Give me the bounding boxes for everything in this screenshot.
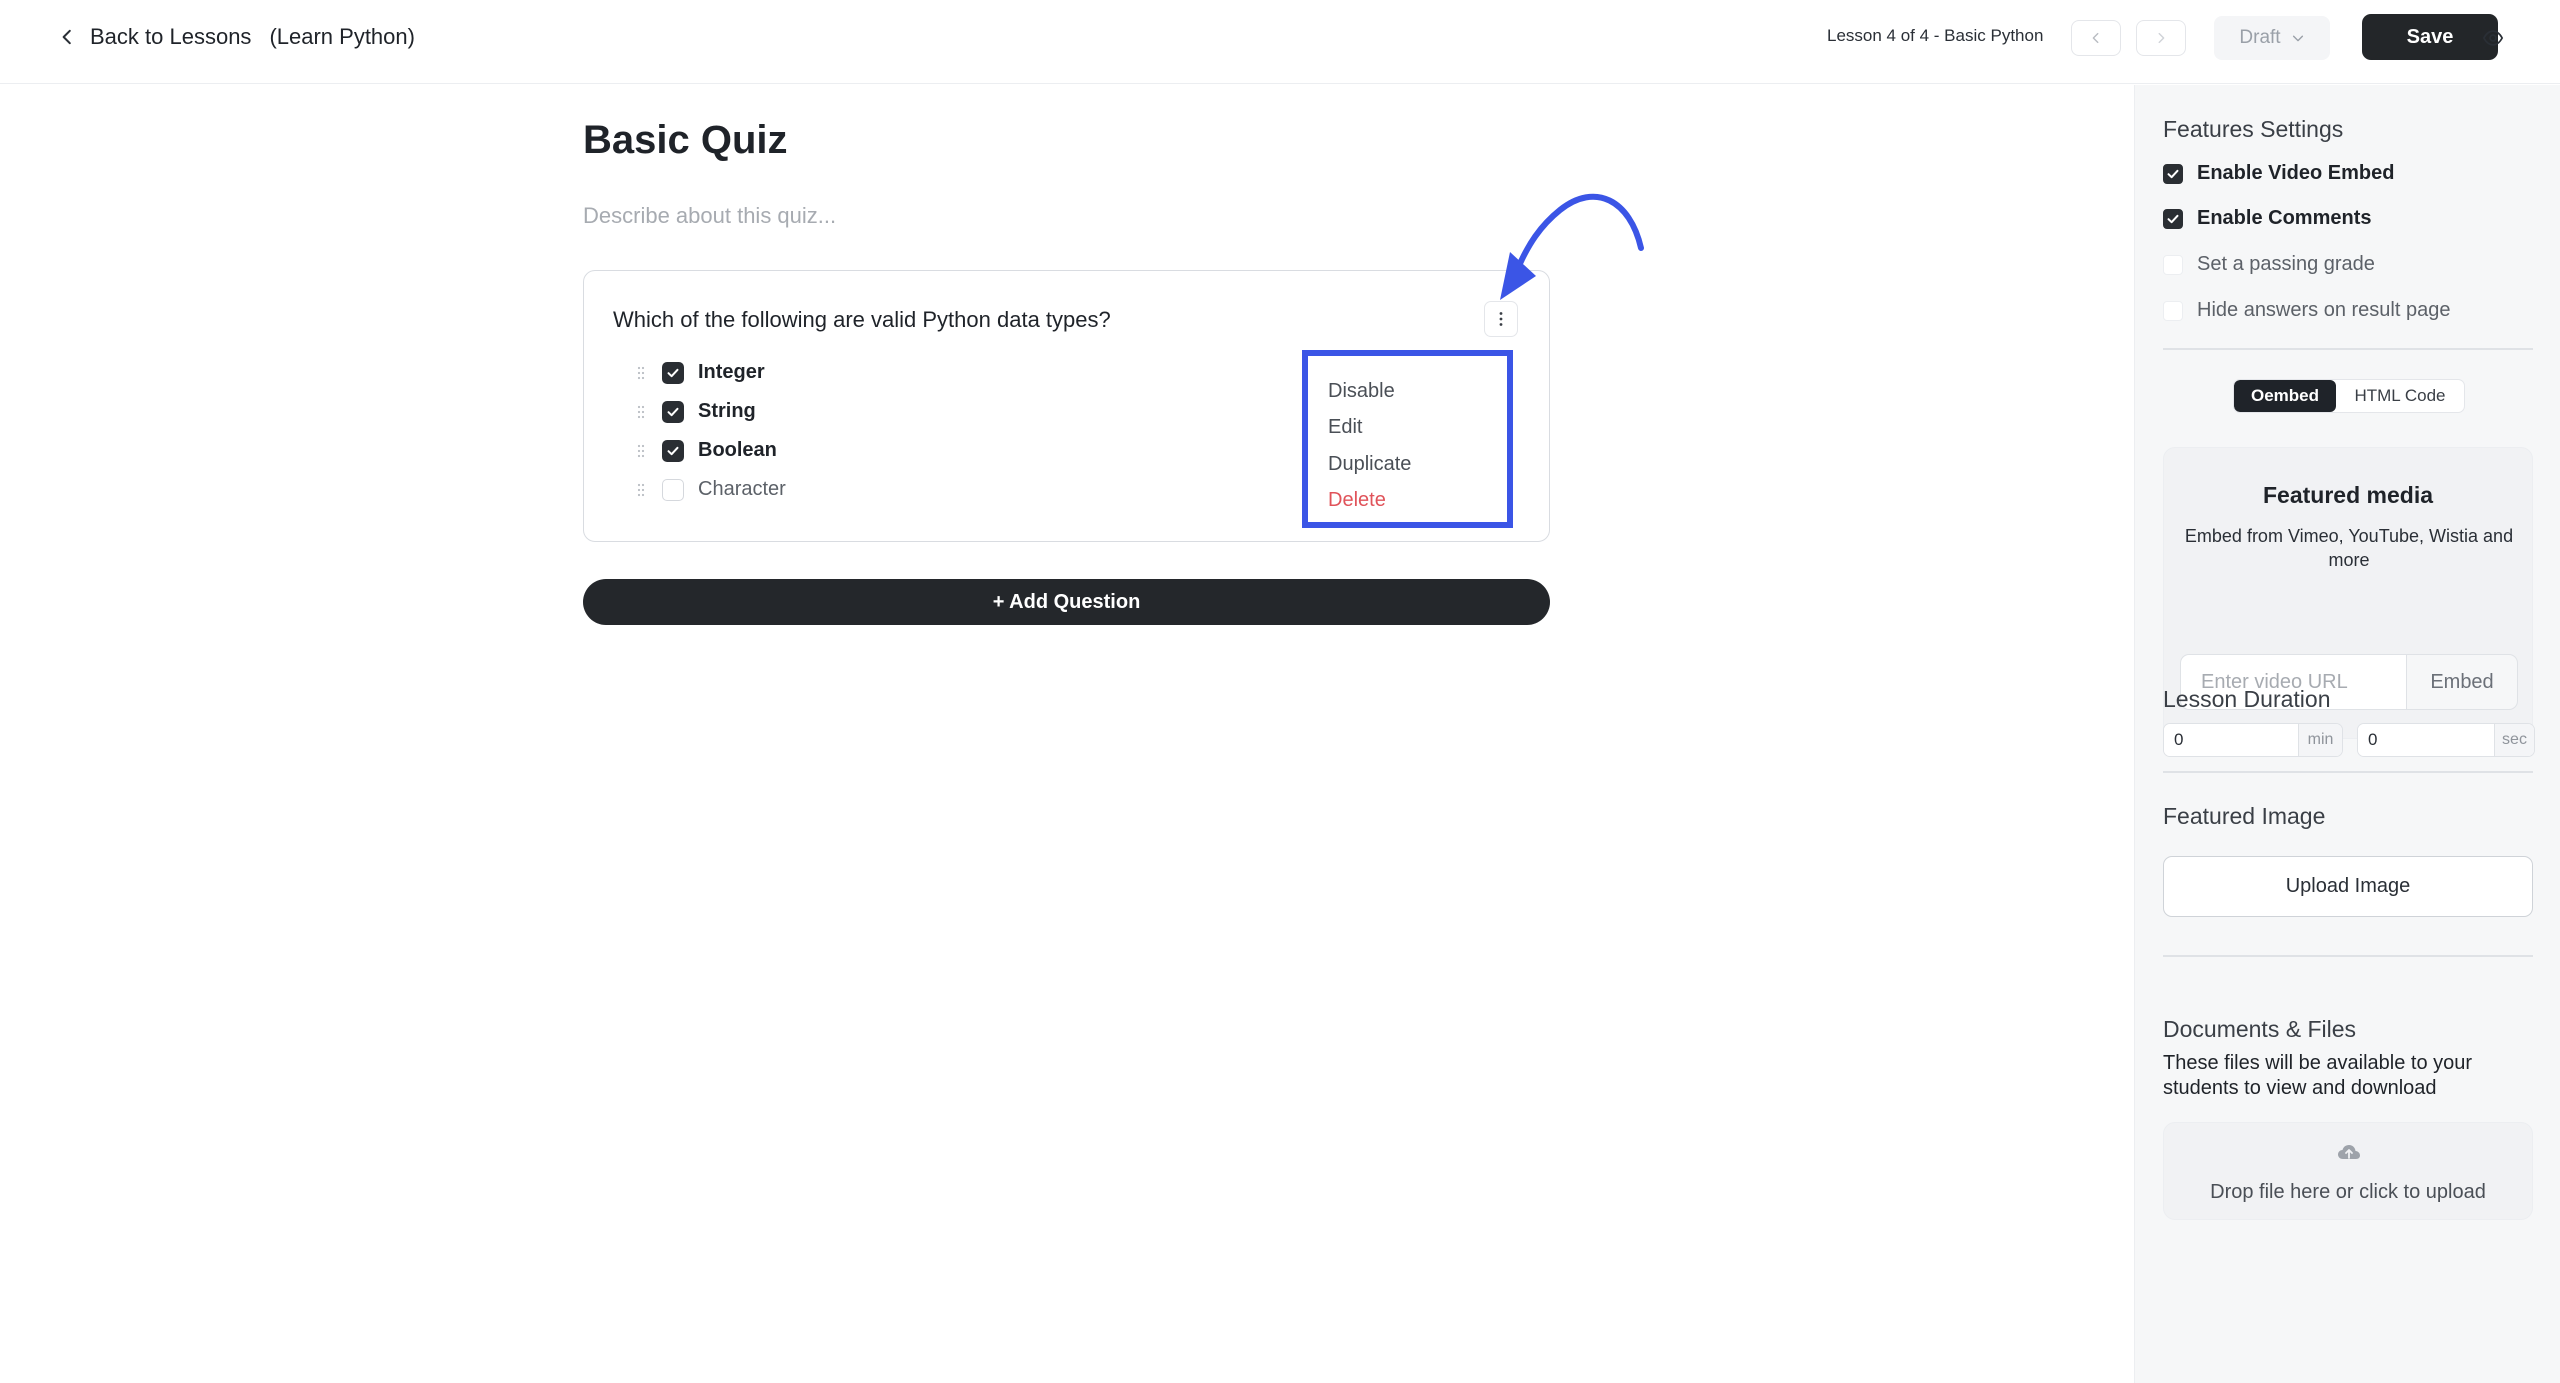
menu-item-duplicate[interactable]: Duplicate <box>1328 453 1411 476</box>
seconds-unit: sec <box>2494 724 2534 756</box>
feature-label: Set a passing grade <box>2197 253 2375 275</box>
features-settings-title: Features Settings <box>2163 116 2344 142</box>
quiz-title[interactable]: Basic Quiz <box>583 118 788 163</box>
featured-media-title: Featured media <box>2263 482 2433 508</box>
tab-oembed[interactable]: Oembed <box>2234 380 2336 412</box>
answer-checkbox[interactable] <box>662 439 684 462</box>
answer-option: String <box>634 392 786 431</box>
check-icon <box>667 407 679 416</box>
documents-description: These files will be available to your st… <box>2163 1052 2473 1099</box>
add-question-button[interactable]: + Add Question <box>583 579 1550 625</box>
answer-option: Character <box>634 470 786 509</box>
cloud-upload-icon <box>2338 1145 2360 1159</box>
seconds-input[interactable] <box>2358 724 2494 756</box>
feature-hide-answers[interactable]: Hide answers on result page <box>2163 299 2450 322</box>
divider <box>2163 771 2533 773</box>
drop-label: Drop file here or click to upload <box>2210 1181 2486 1203</box>
preview-button[interactable] <box>2468 20 2518 56</box>
answer-checkbox[interactable] <box>662 400 684 423</box>
answer-checkbox[interactable] <box>662 478 684 501</box>
drag-handle-icon[interactable] <box>634 482 648 498</box>
status-dropdown[interactable]: Draft <box>2214 16 2330 60</box>
upload-image-button[interactable]: Upload Image <box>2163 856 2533 917</box>
feature-checkbox[interactable] <box>2163 163 2183 184</box>
answer-label: Character <box>698 478 786 500</box>
duration-inputs: min sec <box>2163 723 2535 757</box>
feature-video-embed[interactable]: Enable Video Embed <box>2163 162 2394 185</box>
eye-icon <box>2482 30 2504 46</box>
settings-sidebar: Features Settings Enable Video Embed Ena… <box>2134 85 2560 1383</box>
answer-label: Boolean <box>698 439 777 461</box>
duration-minutes: min <box>2163 723 2343 757</box>
documents-files-title: Documents & Files <box>2163 1016 2357 1042</box>
check-icon <box>2167 169 2179 178</box>
drag-handle-icon[interactable] <box>634 365 648 381</box>
next-lesson-button[interactable] <box>2136 20 2186 56</box>
check-icon <box>667 446 679 455</box>
duration-seconds: sec <box>2357 723 2535 757</box>
chevron-right-icon <box>2158 32 2165 44</box>
answer-label: String <box>698 400 756 422</box>
answer-checkbox[interactable] <box>662 361 684 384</box>
feature-passing-grade[interactable]: Set a passing grade <box>2163 253 2375 276</box>
back-to-lessons-link[interactable]: Back to Lessons (Learn Python) <box>58 22 415 52</box>
feature-comments[interactable]: Enable Comments <box>2163 207 2371 230</box>
drag-handle-icon[interactable] <box>634 404 648 420</box>
embed-button[interactable]: Embed <box>2406 654 2518 710</box>
annotation-arrow-icon <box>1500 193 1644 300</box>
check-icon <box>667 368 679 377</box>
answer-label: Integer <box>698 361 765 383</box>
feature-label: Enable Comments <box>2197 207 2372 229</box>
tab-html-code[interactable]: HTML Code <box>2336 380 2464 412</box>
feature-label: Hide answers on result page <box>2197 299 2451 321</box>
chevron-left-icon <box>2092 32 2099 44</box>
menu-item-delete[interactable]: Delete <box>1328 489 1386 512</box>
feature-checkbox[interactable] <box>2163 208 2183 229</box>
top-bar: Back to Lessons (Learn Python) Lesson 4 … <box>0 0 2560 84</box>
course-label: (Learn Python) <box>269 24 415 49</box>
divider <box>2163 955 2533 957</box>
back-label: Back to Lessons <box>90 24 252 49</box>
feature-checkbox[interactable] <box>2163 300 2183 321</box>
lesson-duration-title: Lesson Duration <box>2163 686 2331 712</box>
file-drop-zone[interactable]: Drop file here or click to upload <box>2163 1122 2533 1220</box>
featured-image-title: Featured Image <box>2163 803 2326 829</box>
menu-item-edit[interactable]: Edit <box>1328 416 1362 439</box>
answer-option: Boolean <box>634 431 786 470</box>
status-label: Draft <box>2239 27 2281 48</box>
answer-option: Integer <box>634 353 786 392</box>
drag-handle-icon[interactable] <box>634 443 648 459</box>
minutes-unit: min <box>2298 724 2342 756</box>
quiz-description-input[interactable]: Describe about this quiz... <box>583 203 836 229</box>
question-text[interactable]: Which of the following are valid Python … <box>613 307 1111 333</box>
featured-media-description: Embed from Vimeo, YouTube, Wistia and mo… <box>2184 526 2514 570</box>
previous-lesson-button[interactable] <box>2071 20 2121 56</box>
chevron-down-icon <box>2292 35 2303 42</box>
chevron-left-icon <box>62 29 71 45</box>
lesson-info: Lesson 4 of 4 - Basic Python <box>1827 26 2044 45</box>
feature-label: Enable Video Embed <box>2197 162 2395 184</box>
question-context-menu: Disable Edit Duplicate Delete <box>1302 350 1513 528</box>
embed-type-toggle: Oembed HTML Code <box>2233 379 2465 413</box>
minutes-input[interactable] <box>2164 724 2298 756</box>
divider <box>2163 348 2533 350</box>
answer-options: Integer String Boolean Character <box>634 353 786 509</box>
menu-item-disable[interactable]: Disable <box>1328 380 1395 403</box>
feature-checkbox[interactable] <box>2163 254 2183 275</box>
check-icon <box>2167 214 2179 223</box>
